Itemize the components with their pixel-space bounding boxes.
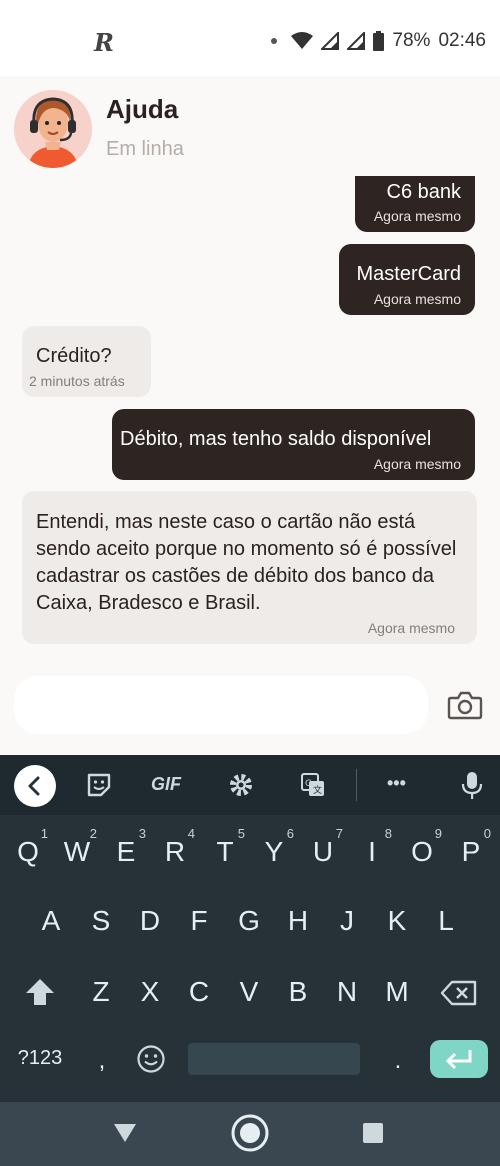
wifi-icon [291,32,314,49]
recent-apps-square-icon[interactable] [362,1122,384,1144]
system-navigation-bar [0,1102,500,1166]
key-x[interactable]: X [128,976,172,1008]
microphone-icon[interactable] [461,770,483,800]
clock: 02:46 [438,30,486,51]
keyboard-toolbar: GIF G文 ••• [0,755,500,815]
key-w[interactable]: W2 [55,826,99,868]
camera-icon [447,691,483,720]
notification-dot-icon [271,38,278,44]
back-triangle-icon[interactable] [112,1122,138,1144]
enter-arrow-icon [445,1050,472,1070]
key-s[interactable]: S [79,905,123,937]
gear-icon[interactable] [228,772,254,798]
gif-button[interactable]: GIF [151,774,181,795]
key-y[interactable]: Y6 [252,826,296,868]
sticker-icon[interactable] [86,772,112,798]
message-time: 2 minutos atrás [29,373,125,389]
svg-text:G: G [305,779,312,789]
message-text: MasterCard [356,263,461,285]
key-t[interactable]: T5 [203,826,247,868]
message-incoming: Crédito? 2 minutos atrás [22,326,151,397]
key-p[interactable]: P0 [449,826,493,868]
translate-icon[interactable]: G文 [300,772,326,798]
key-v[interactable]: V [227,976,271,1008]
message-incoming: Entendi, mas neste caso o cartão não est… [22,491,477,644]
carrier-logo: R [94,28,114,57]
key-h[interactable]: H [276,905,320,937]
signal-icon-2 [347,32,366,50]
key-l[interactable]: L [424,905,468,937]
status-icons: 78% 02:46 [271,30,486,52]
key-r[interactable]: R4 [153,826,197,868]
key-m[interactable]: M [375,976,419,1008]
online-status: Em linha [106,138,184,160]
key-z[interactable]: Z [79,976,123,1008]
message-time: Agora mesmo [373,291,461,307]
message-text: C6 bank [386,181,462,203]
chat-title: Ajuda [106,94,179,124]
message-text: Entendi, mas neste caso o cartão não est… [36,511,457,614]
chat-header: Ajuda Em linha [0,76,500,176]
message-outgoing: MasterCard Agora mesmo [339,244,475,315]
signal-icon [321,32,340,50]
keyboard-collapse-button[interactable] [14,765,56,807]
key-n[interactable]: N [325,976,369,1008]
key-u[interactable]: U7 [301,826,345,868]
comma-key[interactable]: , [80,1047,124,1075]
message-time: Agora mesmo [373,456,461,472]
message-input[interactable] [14,676,428,734]
key-b[interactable]: B [276,976,320,1008]
key-a[interactable]: A [29,905,73,937]
key-j[interactable]: J [325,905,369,937]
home-circle-icon[interactable] [230,1113,270,1153]
backspace-icon[interactable] [440,979,478,1007]
camera-button[interactable] [446,688,484,724]
battery-icon [373,31,385,51]
support-agent-icon [14,90,92,168]
message-outgoing: C6 bank Agora mesmo [355,176,475,232]
key-k[interactable]: K [375,905,419,937]
key-c[interactable]: C [177,976,221,1008]
key-d[interactable]: D [128,905,172,937]
key-o[interactable]: O9 [400,826,444,868]
message-outgoing: Débito, mas tenho saldo disponível Agora… [112,409,475,480]
shift-icon[interactable] [24,977,56,1007]
chevron-left-icon [28,776,40,796]
message-text: Crédito? [36,345,112,367]
svg-text:文: 文 [313,784,322,796]
key-i[interactable]: I8 [350,826,394,868]
agent-avatar[interactable] [14,90,92,168]
emoji-icon[interactable] [136,1044,166,1074]
message-text: Débito, mas tenho saldo disponível [120,428,432,450]
key-e[interactable]: E3 [104,826,148,868]
key-f[interactable]: F [177,905,221,937]
message-time: Agora mesmo [373,208,461,224]
period-key[interactable]: . [376,1047,420,1075]
battery-percentage: 78% [392,30,431,51]
enter-key[interactable] [430,1040,488,1078]
key-g[interactable]: G [227,905,271,937]
symbols-key[interactable]: ?123 [10,1047,70,1070]
toolbar-divider [356,769,357,801]
space-bar[interactable] [188,1043,360,1075]
status-bar: R 78% 02:46 [0,0,500,76]
more-options-button[interactable]: ••• [387,773,406,794]
message-time: Agora mesmo [367,620,455,636]
key-q[interactable]: Q1 [6,826,50,868]
